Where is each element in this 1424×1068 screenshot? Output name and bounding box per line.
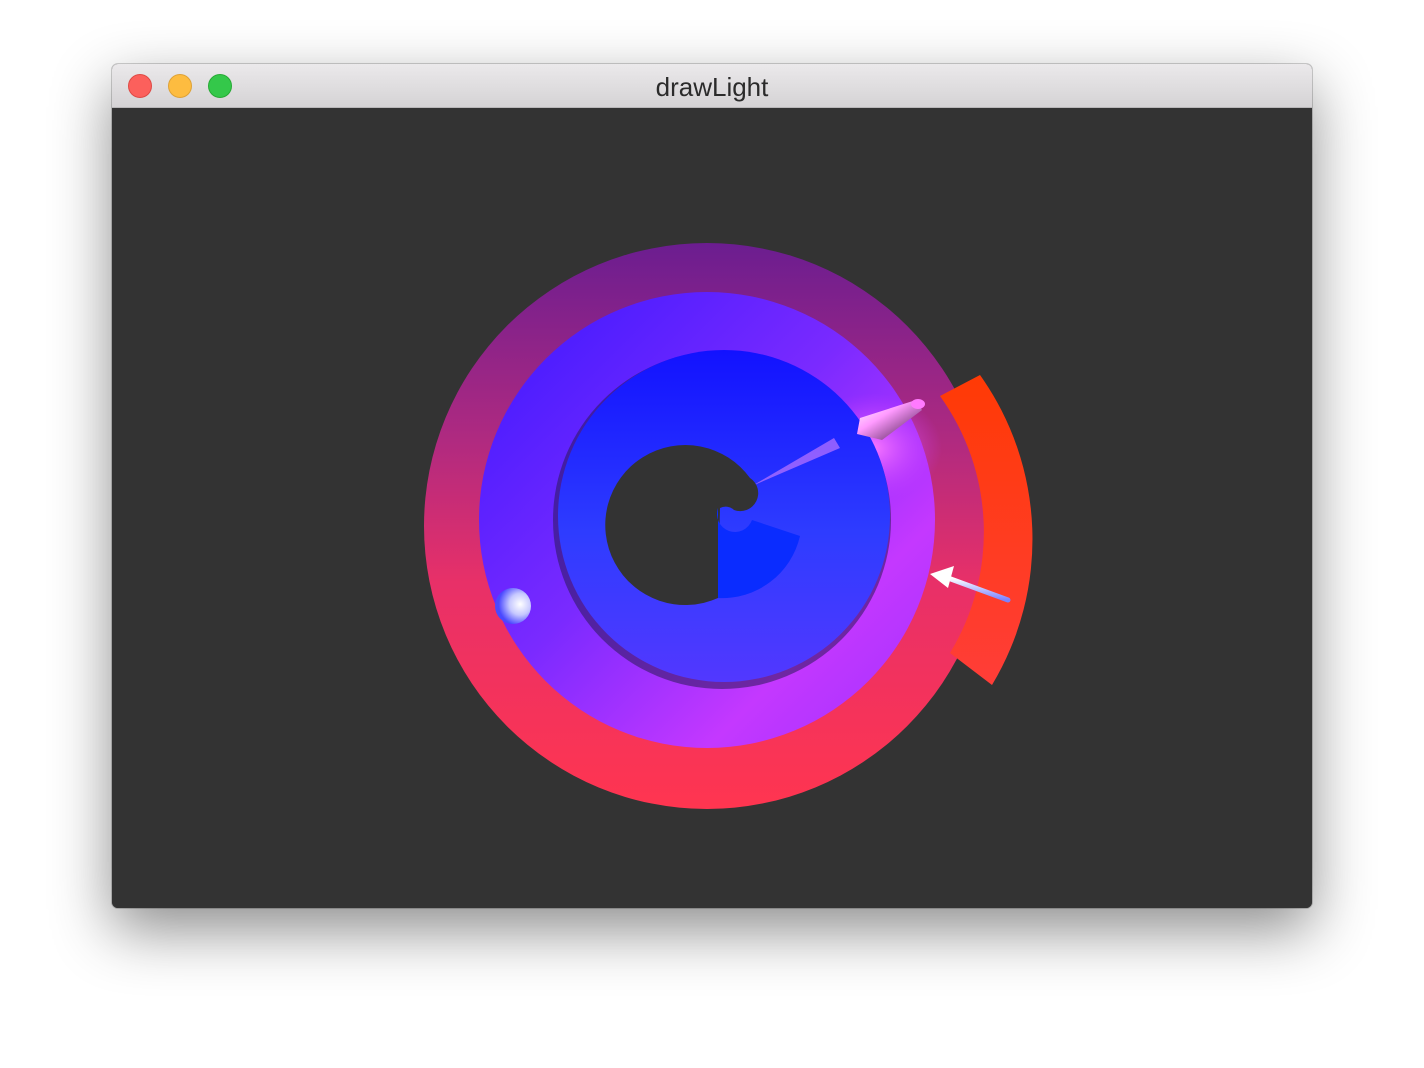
title-bar[interactable]: drawLight xyxy=(112,64,1312,108)
render-canvas[interactable] xyxy=(112,108,1312,908)
point-light-sphere[interactable] xyxy=(495,588,531,624)
app-window: drawLight xyxy=(112,64,1312,908)
spiral-ring xyxy=(424,243,1033,809)
scene-svg xyxy=(424,243,1033,809)
window-title: drawLight xyxy=(655,72,769,102)
